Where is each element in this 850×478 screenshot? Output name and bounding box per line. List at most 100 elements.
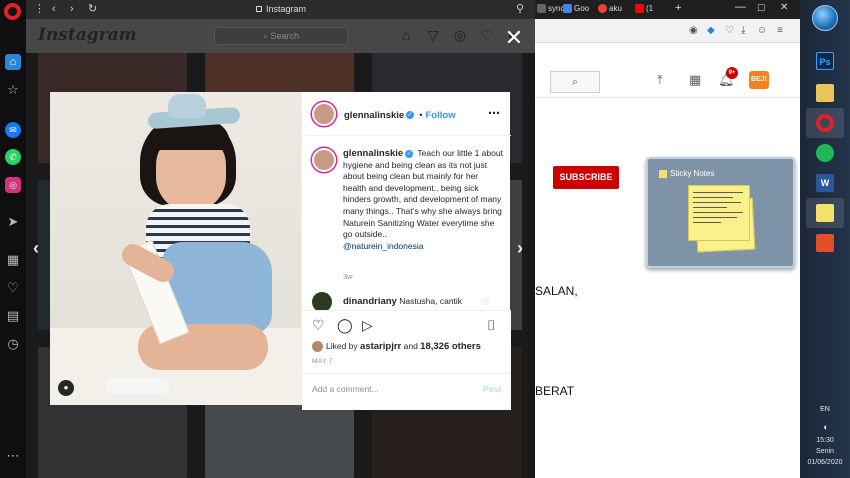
send-icon[interactable]: ➤ bbox=[5, 214, 21, 230]
reload-icon[interactable]: ↻ bbox=[88, 2, 97, 17]
note-line bbox=[693, 202, 741, 203]
youtube-header: ⌕ ⤒ ▦ 🔔︎ 9+ BEJ! bbox=[535, 62, 800, 98]
liker-avatar bbox=[312, 341, 323, 353]
liker-username[interactable]: astaripjrr bbox=[360, 341, 401, 352]
home-icon[interactable]: ⌂ bbox=[398, 27, 414, 43]
speed-dial-icon[interactable]: ▦ bbox=[5, 252, 21, 268]
share-icon[interactable]: ▷ bbox=[362, 317, 373, 333]
back-icon[interactable]: ‹ bbox=[52, 2, 56, 17]
post-comment-button[interactable]: Post bbox=[483, 384, 501, 394]
previous-arrow-icon[interactable]: ‹ bbox=[33, 238, 39, 259]
comment-avatar[interactable] bbox=[312, 292, 332, 312]
clock-date[interactable]: 01/06/2020 bbox=[800, 459, 850, 466]
download-icon[interactable]: ⤓ bbox=[741, 25, 745, 36]
taskbar-app-photoshop[interactable]: Ps bbox=[806, 46, 844, 76]
shield-icon[interactable]: ◆ bbox=[707, 25, 715, 36]
start-button[interactable] bbox=[812, 5, 838, 31]
follow-button[interactable]: Follow bbox=[425, 110, 455, 121]
tab-label: Goo bbox=[574, 4, 590, 13]
taskbar-app-sticky-notes[interactable] bbox=[806, 198, 844, 228]
home-icon[interactable]: ⌂ bbox=[5, 54, 21, 70]
lock-icon bbox=[256, 6, 262, 12]
post-photo[interactable]: ● bbox=[50, 92, 301, 405]
comment-input[interactable]: Add a comment... bbox=[312, 384, 379, 394]
apps-icon[interactable]: ▦ bbox=[689, 72, 701, 88]
subscribe-button[interactable]: SUBSCRIBE bbox=[553, 166, 619, 189]
taskbar-app-pdf[interactable] bbox=[806, 228, 844, 258]
clock-day[interactable]: Senin bbox=[800, 448, 850, 455]
comment-username[interactable]: dinandriany bbox=[343, 296, 397, 307]
news-icon[interactable]: ▤ bbox=[5, 308, 21, 324]
new-tab-icon[interactable]: + bbox=[675, 2, 681, 14]
tab-youtube[interactable]: (1 bbox=[635, 4, 653, 14]
avatar[interactable] bbox=[312, 102, 336, 126]
messenger-icon[interactable]: ✉ bbox=[5, 122, 21, 138]
taskbar-app-explorer[interactable] bbox=[806, 78, 844, 108]
user-tag-icon[interactable]: ● bbox=[58, 380, 74, 396]
more-options-icon[interactable]: ⋯ bbox=[488, 106, 500, 120]
tab-favicon bbox=[563, 4, 572, 14]
note-line bbox=[693, 217, 737, 218]
taskbar-app-opera[interactable] bbox=[806, 108, 844, 138]
likes-mid: and bbox=[403, 341, 418, 351]
forward-icon[interactable]: › bbox=[70, 2, 74, 17]
tab-google[interactable]: Goo bbox=[563, 4, 590, 14]
tab-sync[interactable]: sync bbox=[537, 4, 564, 14]
comment-icon[interactable]: ◯ bbox=[337, 317, 353, 333]
tab-favicon bbox=[537, 4, 546, 14]
likes-summary: Liked by astaripjrr and 18,326 others bbox=[312, 341, 481, 353]
caption-mention[interactable]: @naturein_indonesia bbox=[343, 241, 423, 251]
window-close-icon[interactable]: ✕ bbox=[780, 2, 788, 13]
maximize-icon[interactable]: ☐ bbox=[757, 3, 765, 14]
tab-aku[interactable]: aku bbox=[598, 4, 622, 14]
menu-icon[interactable]: ≡ bbox=[777, 25, 783, 36]
likes-count[interactable]: 18,326 others bbox=[420, 341, 481, 352]
channel-avatar[interactable]: BEJ! bbox=[749, 71, 769, 89]
sticky-notes-window[interactable]: Sticky Notes bbox=[646, 157, 795, 268]
bookmark-icon[interactable]: ☆ bbox=[5, 82, 21, 98]
instagram-logo[interactable]: Instagram bbox=[38, 25, 137, 45]
caption-avatar[interactable] bbox=[312, 148, 336, 172]
extension-icon[interactable]: ☺ bbox=[757, 25, 767, 36]
taskbar-app-word[interactable]: W bbox=[806, 168, 844, 198]
camera-icon[interactable]: ◉ bbox=[689, 25, 698, 36]
comment-text: Nastusha, cantik bbox=[399, 296, 463, 306]
caption-username[interactable]: glennalinskie bbox=[343, 148, 403, 159]
search-button[interactable]: ⌕ bbox=[550, 71, 600, 93]
close-icon[interactable]: ✕ bbox=[504, 27, 524, 49]
more-icon[interactable]: ⋯ bbox=[5, 448, 21, 464]
author-username[interactable]: glennalinskie bbox=[344, 110, 404, 121]
heart-icon[interactable]: ♡ bbox=[725, 25, 734, 36]
direct-icon[interactable]: ▽ bbox=[425, 27, 441, 43]
explore-icon[interactable]: ◎ bbox=[452, 27, 468, 43]
page-text-line: SALAN, bbox=[535, 284, 578, 298]
next-arrow-icon[interactable]: › bbox=[517, 238, 523, 259]
activity-icon[interactable]: ♡ bbox=[479, 27, 495, 43]
instagram-icon[interactable]: ◎ bbox=[5, 177, 21, 193]
language-indicator[interactable]: EN bbox=[800, 406, 850, 413]
note-line bbox=[693, 212, 743, 213]
verified-icon: ✓ bbox=[405, 149, 414, 158]
menu-icon[interactable]: ⋮ bbox=[34, 2, 45, 17]
history-icon[interactable]: ◷ bbox=[5, 336, 21, 352]
opera-logo-icon[interactable] bbox=[4, 3, 21, 20]
whatsapp-icon[interactable]: ✆ bbox=[5, 149, 21, 165]
like-icon[interactable]: ♡ bbox=[312, 317, 325, 333]
taskbar-app-spotify[interactable] bbox=[806, 138, 844, 168]
volume-icon[interactable]: ◖ bbox=[800, 422, 850, 432]
notification-badge: 9+ bbox=[726, 67, 738, 79]
comment-like-icon[interactable]: ♡ bbox=[483, 298, 490, 307]
heart-icon[interactable]: ♡ bbox=[5, 280, 21, 296]
caption-time[interactable]: 3w bbox=[343, 272, 353, 281]
sticky-notes-icon bbox=[816, 204, 834, 222]
note-line bbox=[693, 192, 743, 193]
clock-time[interactable]: 15:30 bbox=[800, 437, 850, 444]
post-actions: ♡ ◯ ▷ ⌷ Liked by astaripjrr and 18,326 o… bbox=[302, 310, 511, 410]
pin-icon[interactable]: ⚲ bbox=[516, 2, 524, 17]
search-input[interactable]: ⌕ Search bbox=[214, 27, 348, 45]
save-icon[interactable]: ⌷ bbox=[487, 317, 495, 333]
upload-icon[interactable]: ⤒ bbox=[657, 72, 663, 88]
minimize-icon[interactable]: — bbox=[735, 1, 746, 13]
address-bar: ◉ ◆ ♡ ⤓ ☺ ≡ bbox=[535, 19, 800, 43]
window-title-text: Instagram bbox=[266, 4, 307, 14]
